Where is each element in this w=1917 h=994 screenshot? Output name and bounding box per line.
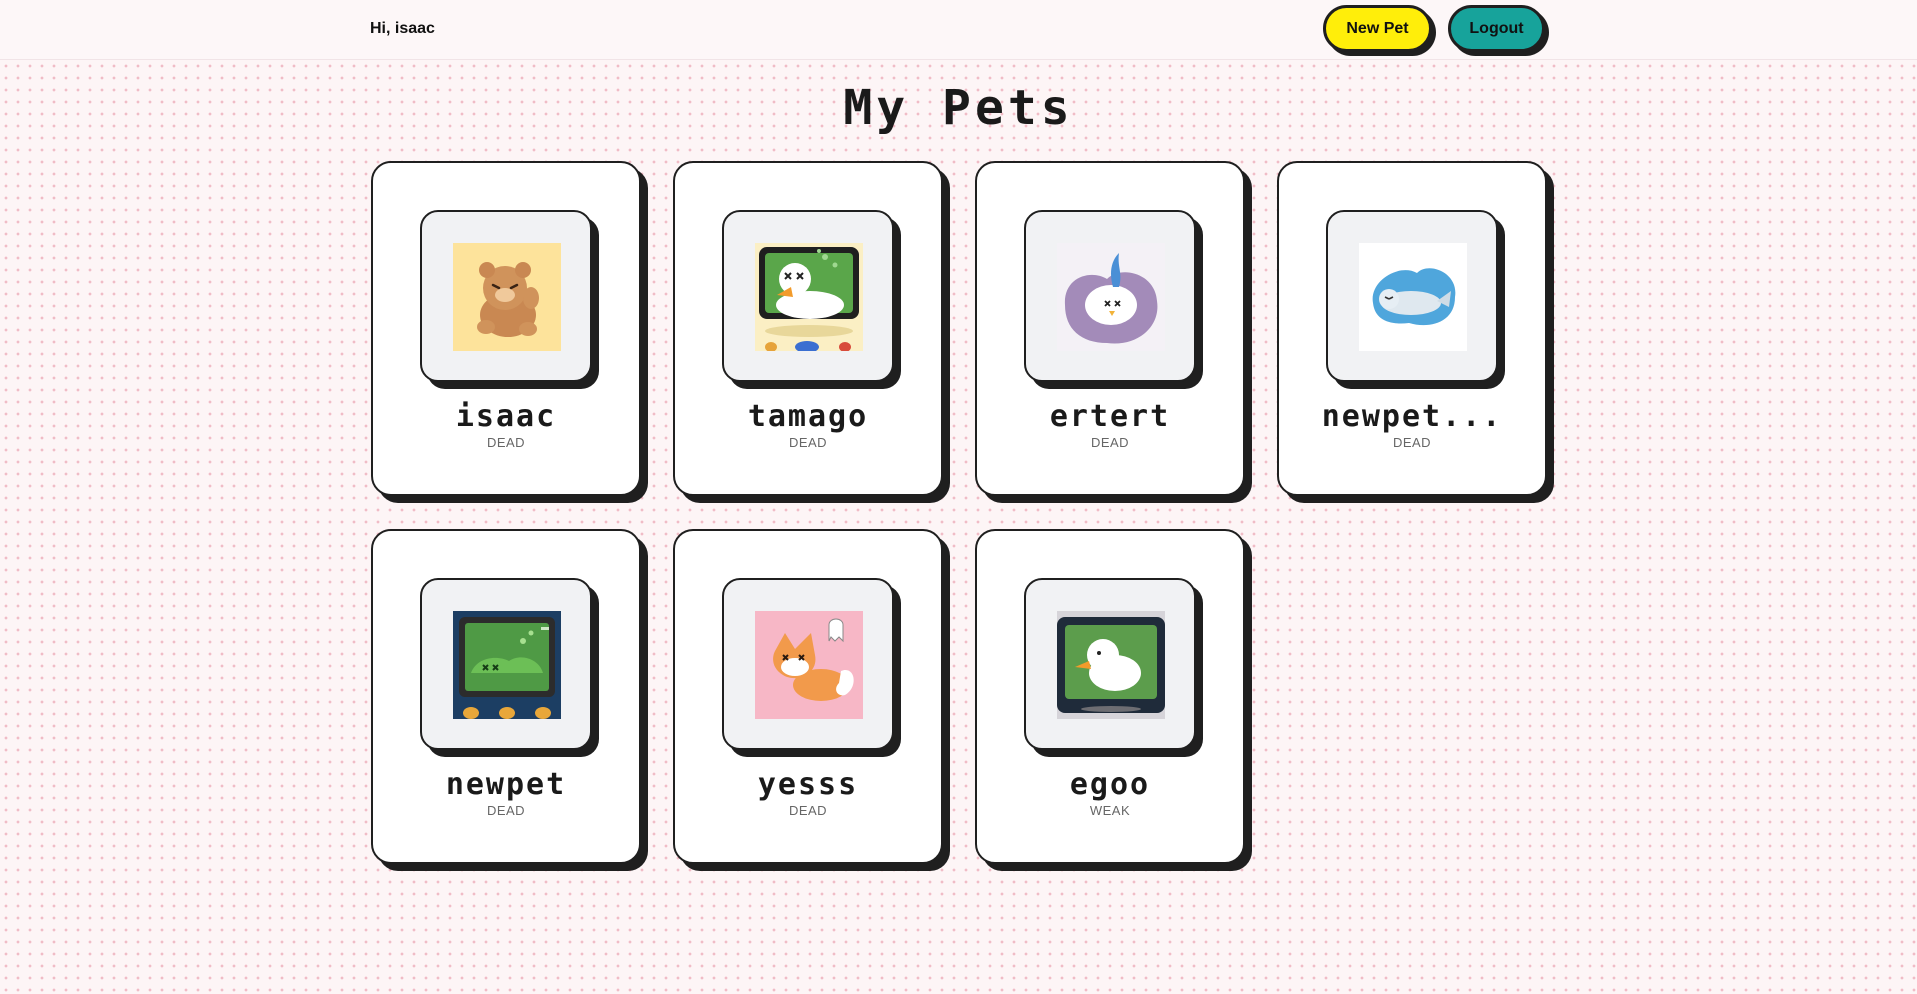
pet-image-frame	[1024, 578, 1196, 750]
pet-name: ertert	[1049, 399, 1171, 434]
pet-status: DEAD	[486, 435, 526, 450]
pet-image	[453, 611, 561, 719]
pet-card[interactable]: isaac DEAD	[371, 161, 641, 496]
logout-button[interactable]: Logout	[1448, 5, 1545, 52]
pet-image	[1359, 243, 1467, 351]
dead-duck-icon	[755, 243, 863, 351]
pet-name: tamago	[747, 399, 869, 434]
dead-crocodile-icon	[453, 611, 561, 719]
pet-status: DEAD	[1392, 435, 1432, 450]
top-bar: Hi, isaac New Pet Logout	[0, 0, 1917, 60]
greeting-text: Hi, isaac	[370, 20, 435, 37]
page-title: My Pets	[843, 80, 1074, 136]
sleeping-bear-icon	[453, 243, 561, 351]
pet-image-frame	[1024, 210, 1196, 382]
pet-status: DEAD	[486, 803, 526, 818]
pet-name: newpet...	[1321, 399, 1503, 434]
dead-fox-icon	[755, 611, 863, 719]
pet-card[interactable]: newpet... DEAD	[1277, 161, 1547, 496]
pet-name: newpet	[445, 767, 567, 802]
pet-image	[755, 611, 863, 719]
pet-name: yesss	[757, 767, 859, 802]
pet-image	[453, 243, 561, 351]
pet-image-frame	[420, 210, 592, 382]
pet-card[interactable]: yesss DEAD	[673, 529, 943, 864]
pet-card[interactable]: newpet DEAD	[371, 529, 641, 864]
pet-image-frame	[722, 210, 894, 382]
duck-icon	[1057, 611, 1165, 719]
pet-card[interactable]: egoo WEAK	[975, 529, 1245, 864]
pet-image-frame	[722, 578, 894, 750]
pet-card[interactable]: tamago DEAD	[673, 161, 943, 496]
pet-status: DEAD	[788, 435, 828, 450]
pet-status: WEAK	[1089, 803, 1131, 818]
pet-image	[755, 243, 863, 351]
pet-status: DEAD	[1090, 435, 1130, 450]
pet-status: DEAD	[788, 803, 828, 818]
pet-image-frame	[1326, 210, 1498, 382]
pet-card[interactable]: ertert DEAD	[975, 161, 1245, 496]
new-pet-button[interactable]: New Pet	[1323, 5, 1432, 52]
dead-bird-icon	[1057, 243, 1165, 351]
pet-image	[1057, 611, 1165, 719]
pet-name: isaac	[455, 399, 557, 434]
pet-image	[1057, 243, 1165, 351]
pet-image-frame	[420, 578, 592, 750]
seal-icon	[1359, 243, 1467, 351]
pet-name: egoo	[1069, 767, 1151, 802]
